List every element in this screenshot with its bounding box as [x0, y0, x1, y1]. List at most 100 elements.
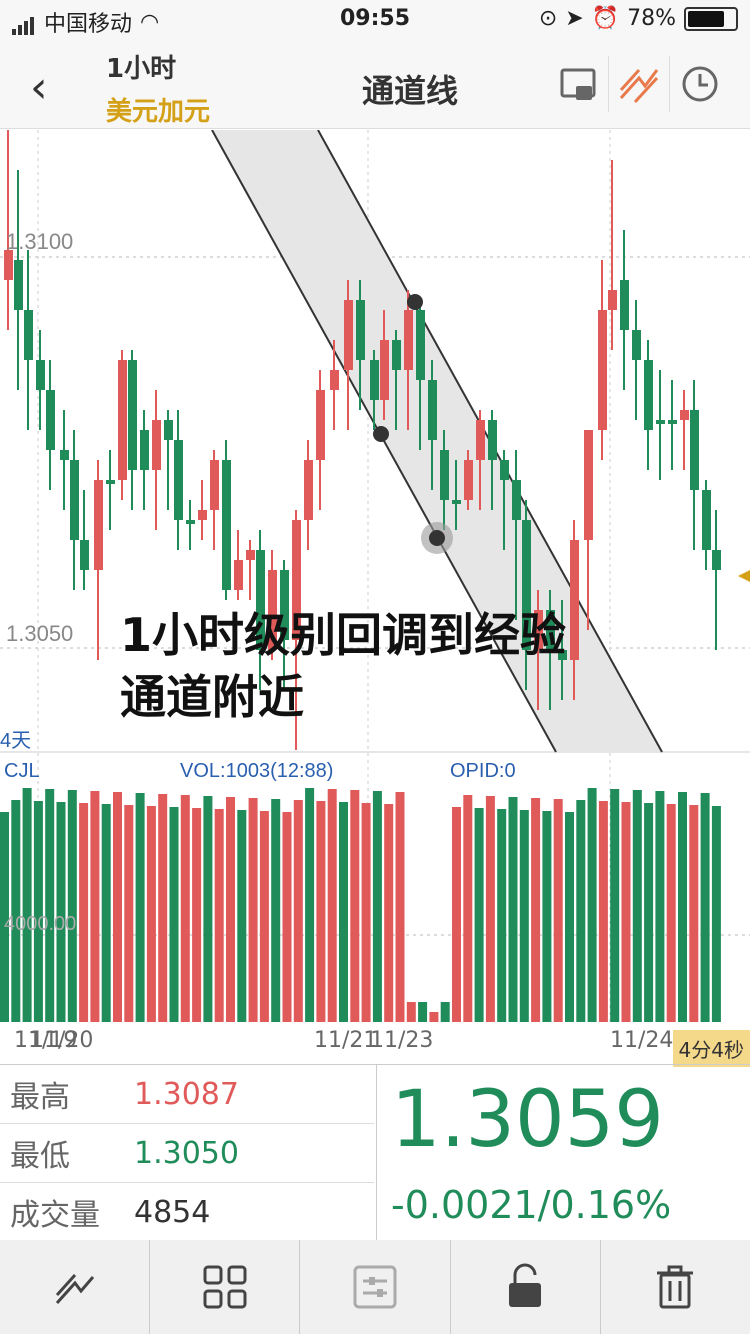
clock-icon [682, 66, 718, 102]
channel-anchor-point[interactable] [407, 294, 423, 310]
volume-bar [598, 801, 608, 1022]
trendline-button[interactable] [0, 1240, 149, 1334]
candle-body [428, 380, 437, 440]
grid-button[interactable] [149, 1240, 299, 1334]
candle-body [656, 420, 665, 424]
chart-annotation[interactable]: 1小时级别回调到经验 通道附近 [120, 604, 566, 728]
candle-body [712, 550, 721, 570]
battery-percent: 78% [627, 6, 676, 31]
current-price-marker-icon [738, 570, 750, 582]
candle-body [404, 310, 413, 370]
battery-icon [684, 6, 738, 31]
volume-bar [271, 799, 281, 1022]
trendline-icon [55, 1273, 94, 1305]
candle-body [60, 450, 69, 460]
stat-label: 成交量 [10, 1198, 100, 1233]
volume-bar [226, 797, 235, 1022]
candle-body [464, 460, 473, 500]
volume-bar [711, 806, 721, 1022]
stat-label: 最高 [10, 1080, 70, 1115]
volume-bar [553, 799, 563, 1022]
candle-body [356, 300, 365, 360]
channel-tool-button[interactable] [608, 56, 669, 112]
candle-body [598, 310, 607, 430]
volume-bar [440, 1002, 450, 1022]
volume-bar [146, 806, 156, 1022]
candle-body [140, 430, 149, 470]
candle-body [36, 360, 45, 390]
settings-button[interactable] [299, 1240, 449, 1334]
candle-body [668, 420, 677, 424]
lock-screen-button[interactable] [548, 56, 608, 112]
volume-bar [474, 808, 484, 1022]
candle-body [24, 310, 33, 360]
candle-body [500, 460, 509, 480]
location-icon: ➤ [565, 6, 584, 31]
indicator-name: CJL [4, 760, 40, 782]
price-box: 1.3059 -0.0021/0.16% [376, 1065, 750, 1241]
candle-body [344, 300, 353, 370]
candle-body [70, 460, 79, 540]
candle-body [680, 410, 689, 420]
volume-bar [203, 796, 213, 1022]
candle-body [186, 520, 195, 524]
indicator-vol: VOL:1003(12:88) [180, 760, 333, 782]
candle-body [380, 340, 389, 400]
candle-body [702, 490, 711, 550]
lock-screen-icon [560, 68, 596, 100]
channel-anchor-point[interactable] [429, 530, 445, 546]
price-label-low: 1.3050 [6, 621, 73, 646]
period-label: 4天 [0, 730, 31, 752]
volume-bar [124, 805, 134, 1022]
candle-body [416, 310, 425, 380]
candle-body [608, 290, 617, 310]
volume-bar [395, 792, 405, 1022]
candle-body [584, 430, 593, 540]
candle-body [488, 420, 497, 460]
volume-bar [361, 803, 371, 1022]
candle-body [620, 280, 629, 330]
volume-bar [429, 1012, 439, 1022]
candle-body [392, 340, 401, 370]
last-price: 1.3059 [391, 1075, 664, 1165]
volume-bar [180, 795, 190, 1022]
annotation-line-1: 1小时级别回调到经验 [120, 608, 567, 662]
candle-body [106, 480, 115, 484]
candle-body [246, 550, 255, 560]
volume-bar [689, 805, 699, 1022]
candlestick-chart[interactable]: 1.3100 1.3050 4天 CJL VOL:1003(12:88) OPI… [0, 130, 750, 1022]
volume-bar [33, 801, 43, 1022]
volume-bar [135, 793, 145, 1022]
unlock-button[interactable] [449, 1240, 600, 1334]
stat-volume: 成交量 4854 [0, 1183, 374, 1241]
annotation-line-2: 通道附近 [120, 670, 304, 724]
candle-body [330, 370, 339, 390]
delete-button[interactable] [599, 1240, 750, 1334]
volume-bar [497, 809, 507, 1022]
volume-bar [339, 802, 348, 1022]
price-label-high: 1.3100 [6, 229, 73, 254]
stat-low-value: 1.3050 [134, 1135, 239, 1171]
volume-bar [565, 812, 574, 1022]
history-button[interactable] [669, 56, 730, 112]
candle-body [14, 260, 23, 310]
volume-bar [576, 800, 586, 1022]
x-label: 11/20 [30, 1028, 94, 1053]
stat-label: 最低 [10, 1139, 70, 1174]
volume-bar [610, 789, 620, 1022]
x-label: 11/23 [370, 1028, 434, 1053]
volume-bar [655, 791, 665, 1022]
volume-bar [113, 792, 122, 1022]
volume-bar [666, 804, 676, 1022]
candle-body [198, 510, 207, 520]
candle-body [80, 540, 89, 570]
candle-body [304, 460, 313, 520]
volume-bar [508, 797, 518, 1022]
volume-axis-label: 4000.00 [4, 913, 76, 935]
channel-anchor-point[interactable] [373, 426, 389, 442]
stat-high-value: 1.3087 [134, 1076, 239, 1112]
volume-bar [485, 796, 495, 1022]
volume-bar [542, 811, 552, 1022]
volume-bar [418, 1002, 428, 1022]
candle-body [570, 540, 579, 660]
